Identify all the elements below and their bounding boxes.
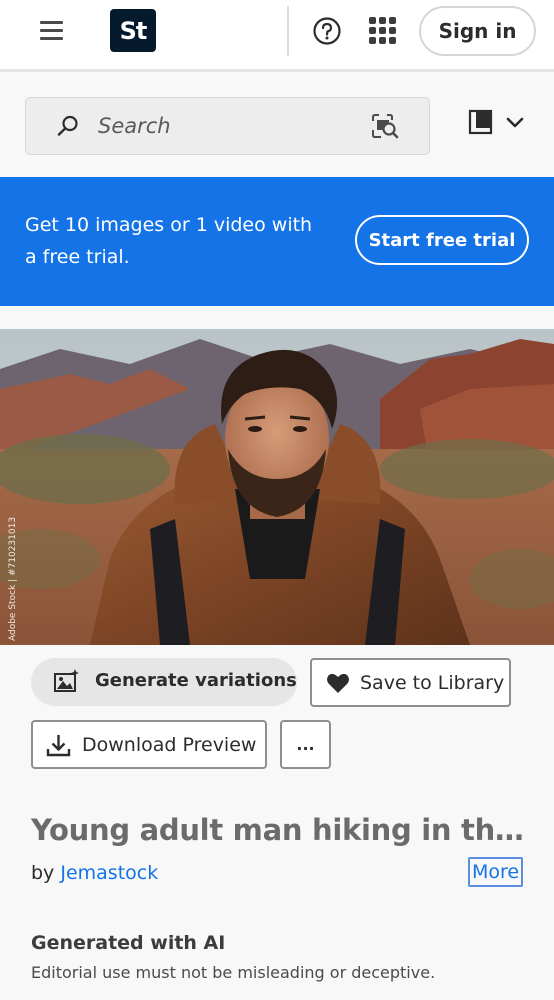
search-box bbox=[25, 97, 430, 155]
collections-icon[interactable] bbox=[467, 107, 497, 137]
more-actions-button[interactable]: ... bbox=[280, 720, 331, 769]
ai-editorial-note: Editorial use must not be misleading or … bbox=[31, 963, 436, 982]
save-to-library-label: Save to Library bbox=[360, 672, 505, 694]
sign-in-button[interactable]: Sign in bbox=[419, 6, 536, 56]
promo-text: Get 10 images or 1 video with a free tri… bbox=[25, 214, 313, 268]
generate-variations-icon bbox=[54, 669, 79, 692]
byline: by Jemastock bbox=[31, 862, 158, 884]
start-free-trial-button[interactable]: Start free trial bbox=[355, 215, 529, 265]
free-trial-banner: Get 10 images or 1 video with a free tri… bbox=[0, 177, 554, 306]
hiker-photo bbox=[0, 329, 554, 645]
chevron-down-icon[interactable] bbox=[505, 113, 525, 131]
author-link[interactable]: Jemastock bbox=[60, 862, 158, 884]
more-details-link[interactable]: More bbox=[468, 857, 523, 887]
menu-icon[interactable] bbox=[40, 16, 72, 44]
download-icon bbox=[46, 735, 71, 757]
search-input[interactable] bbox=[98, 107, 358, 145]
apps-grid-icon[interactable] bbox=[369, 17, 396, 44]
asset-title: Young adult man hiking in the wilderness bbox=[31, 813, 526, 847]
save-to-library-button[interactable]: Save to Library bbox=[310, 658, 511, 707]
ai-generated-heading: Generated with AI bbox=[31, 932, 226, 954]
help-icon[interactable] bbox=[312, 16, 342, 46]
download-preview-button[interactable]: Download Preview bbox=[31, 720, 267, 769]
top-nav-bar: St Sign in bbox=[0, 0, 554, 72]
visual-search-icon[interactable] bbox=[370, 112, 400, 140]
heart-icon bbox=[327, 673, 349, 693]
watermark: Adobe Stock | #710231013 bbox=[6, 516, 20, 643]
download-preview-label: Download Preview bbox=[82, 734, 257, 756]
header-divider bbox=[287, 6, 289, 56]
search-icon[interactable] bbox=[56, 114, 80, 138]
watermark-text: Adobe Stock | #710231013 bbox=[8, 516, 18, 641]
generate-variations-button[interactable]: Generate variations bbox=[31, 658, 297, 706]
adobe-stock-logo[interactable]: St bbox=[110, 9, 156, 52]
generate-variations-label: Generate variations bbox=[95, 670, 297, 691]
asset-preview-image[interactable] bbox=[0, 329, 554, 645]
byline-prefix: by bbox=[31, 862, 55, 884]
